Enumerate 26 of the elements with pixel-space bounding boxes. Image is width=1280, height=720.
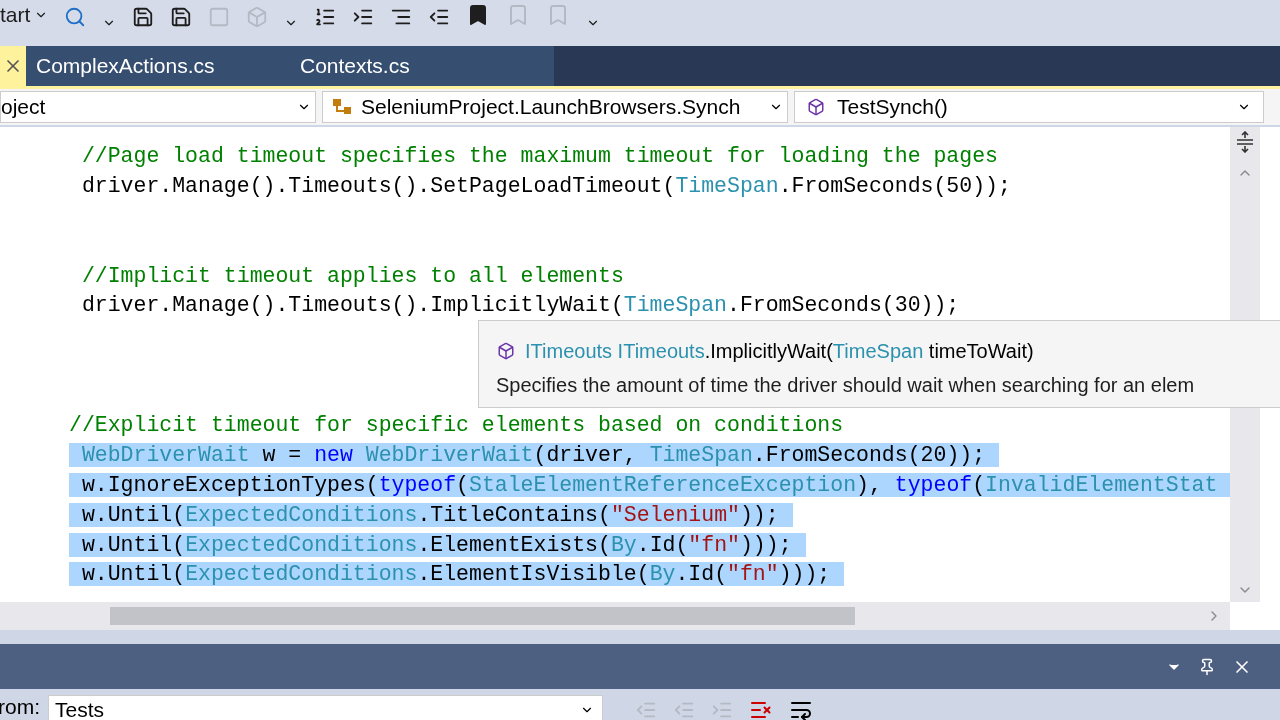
save-all-icon[interactable] [170, 6, 193, 28]
active-tab[interactable] [0, 46, 26, 86]
scrollbar-thumb[interactable] [110, 607, 855, 625]
code-line: //Implicit timeout applies to all elements [80, 263, 624, 288]
method-icon [807, 98, 825, 116]
save-icon[interactable] [132, 6, 155, 28]
method-icon [497, 342, 515, 360]
horizontal-scrollbar[interactable] [0, 602, 1230, 630]
method-signature: ITimeouts ITimeouts.ImplicitlyWait(TimeSpan timeToWait) [525, 339, 1034, 364]
from-dropdown[interactable]: Tests [48, 695, 603, 720]
start-dropdown[interactable]: tart [0, 0, 49, 31]
code-line: driver.Manage().Timeouts().ImplicitlyWait(TimeSpan.FromSeconds(30)); [80, 293, 960, 318]
project-dropdown[interactable]: oject [0, 91, 316, 123]
code-line: //Page load timeout specifies the maximum timeout for loading the pages [80, 144, 998, 168]
code-line: driver.Manage().Timeouts().SetPageLoadTimeout(TimeSpan.FromSeconds(50)); [80, 173, 1011, 198]
pin-icon[interactable] [1198, 657, 1216, 676]
file-tab[interactable]: ComplexActions.cs [26, 46, 290, 86]
code-line: //Explicit timeout for specific elements based on conditions [69, 413, 844, 437]
file-tab[interactable]: Contexts.cs [290, 46, 554, 86]
list-icon[interactable] [314, 6, 337, 28]
class-dropdown[interactable]: SeleniumProject.LaunchBrowsers.Synch [322, 91, 788, 123]
member-dropdown[interactable]: TestSynch() [794, 91, 1264, 123]
from-label: rom: [0, 694, 40, 720]
split-icon[interactable] [1235, 131, 1255, 153]
method-description: Specifies the amount of time the driver should wait when searching for an elem [496, 373, 1196, 398]
find-icon[interactable] [64, 6, 87, 28]
